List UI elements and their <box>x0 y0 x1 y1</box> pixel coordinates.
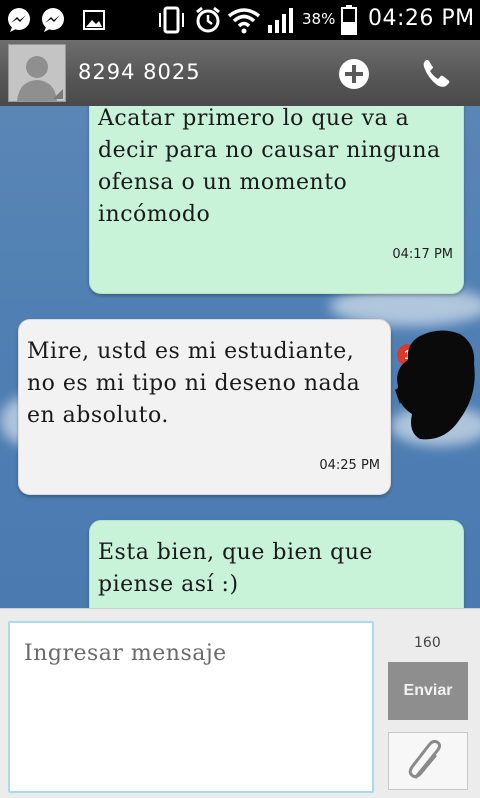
message-time: 04:25 PM <box>319 458 380 473</box>
avatar[interactable] <box>8 44 66 102</box>
alarm-icon <box>196 6 220 33</box>
avatar-icon <box>9 45 65 101</box>
battery-percent: 38% <box>302 10 336 28</box>
wifi-icon <box>227 8 261 34</box>
message-bubble-incoming[interactable]: Mire, ustd es mi estudiante, no es mi ti… <box>18 319 391 495</box>
call-button[interactable] <box>416 54 456 94</box>
message-composer: Ingresar mensaje 160 Enviar <box>0 608 480 798</box>
conversation-header: 8294 8025 <box>0 40 480 108</box>
signal-icon <box>268 8 293 33</box>
message-bubble-outgoing[interactable]: Acatar primero lo que va a decir para no… <box>89 106 464 294</box>
contact-name[interactable]: 8294 8025 <box>78 60 201 84</box>
add-icon <box>339 59 369 89</box>
message-input-placeholder: Ingresar mensaje <box>24 641 227 666</box>
character-counter: 160 <box>414 635 441 651</box>
redaction-scribble <box>395 330 475 440</box>
phone-icon <box>423 60 450 87</box>
paperclip-icon <box>408 739 441 779</box>
image-icon <box>83 10 105 30</box>
conversation-area[interactable]: Acatar primero lo que va a decir para no… <box>0 106 480 608</box>
send-button[interactable]: Enviar <box>388 662 468 720</box>
status-bar: 38% 04:26 PM <box>0 0 480 40</box>
vibrate-icon <box>159 6 184 34</box>
message-text: Mire, ustd es mi estudiante, no es mi ti… <box>27 339 361 428</box>
status-time: 04:26 PM <box>368 6 475 31</box>
messenger-icon <box>42 8 64 32</box>
attach-button[interactable] <box>388 732 468 790</box>
message-text: Acatar primero lo que va a decir para no… <box>98 106 441 227</box>
message-time: 04:17 PM <box>392 247 453 262</box>
message-bubble-outgoing[interactable]: Esta bien, que bien que piense así :) <box>89 520 464 608</box>
messenger-icon <box>8 8 30 32</box>
add-button[interactable] <box>334 54 374 94</box>
battery-icon <box>341 5 357 35</box>
message-input[interactable]: Ingresar mensaje <box>8 621 374 793</box>
message-text: Esta bien, que bien que piense así :) <box>98 540 373 597</box>
